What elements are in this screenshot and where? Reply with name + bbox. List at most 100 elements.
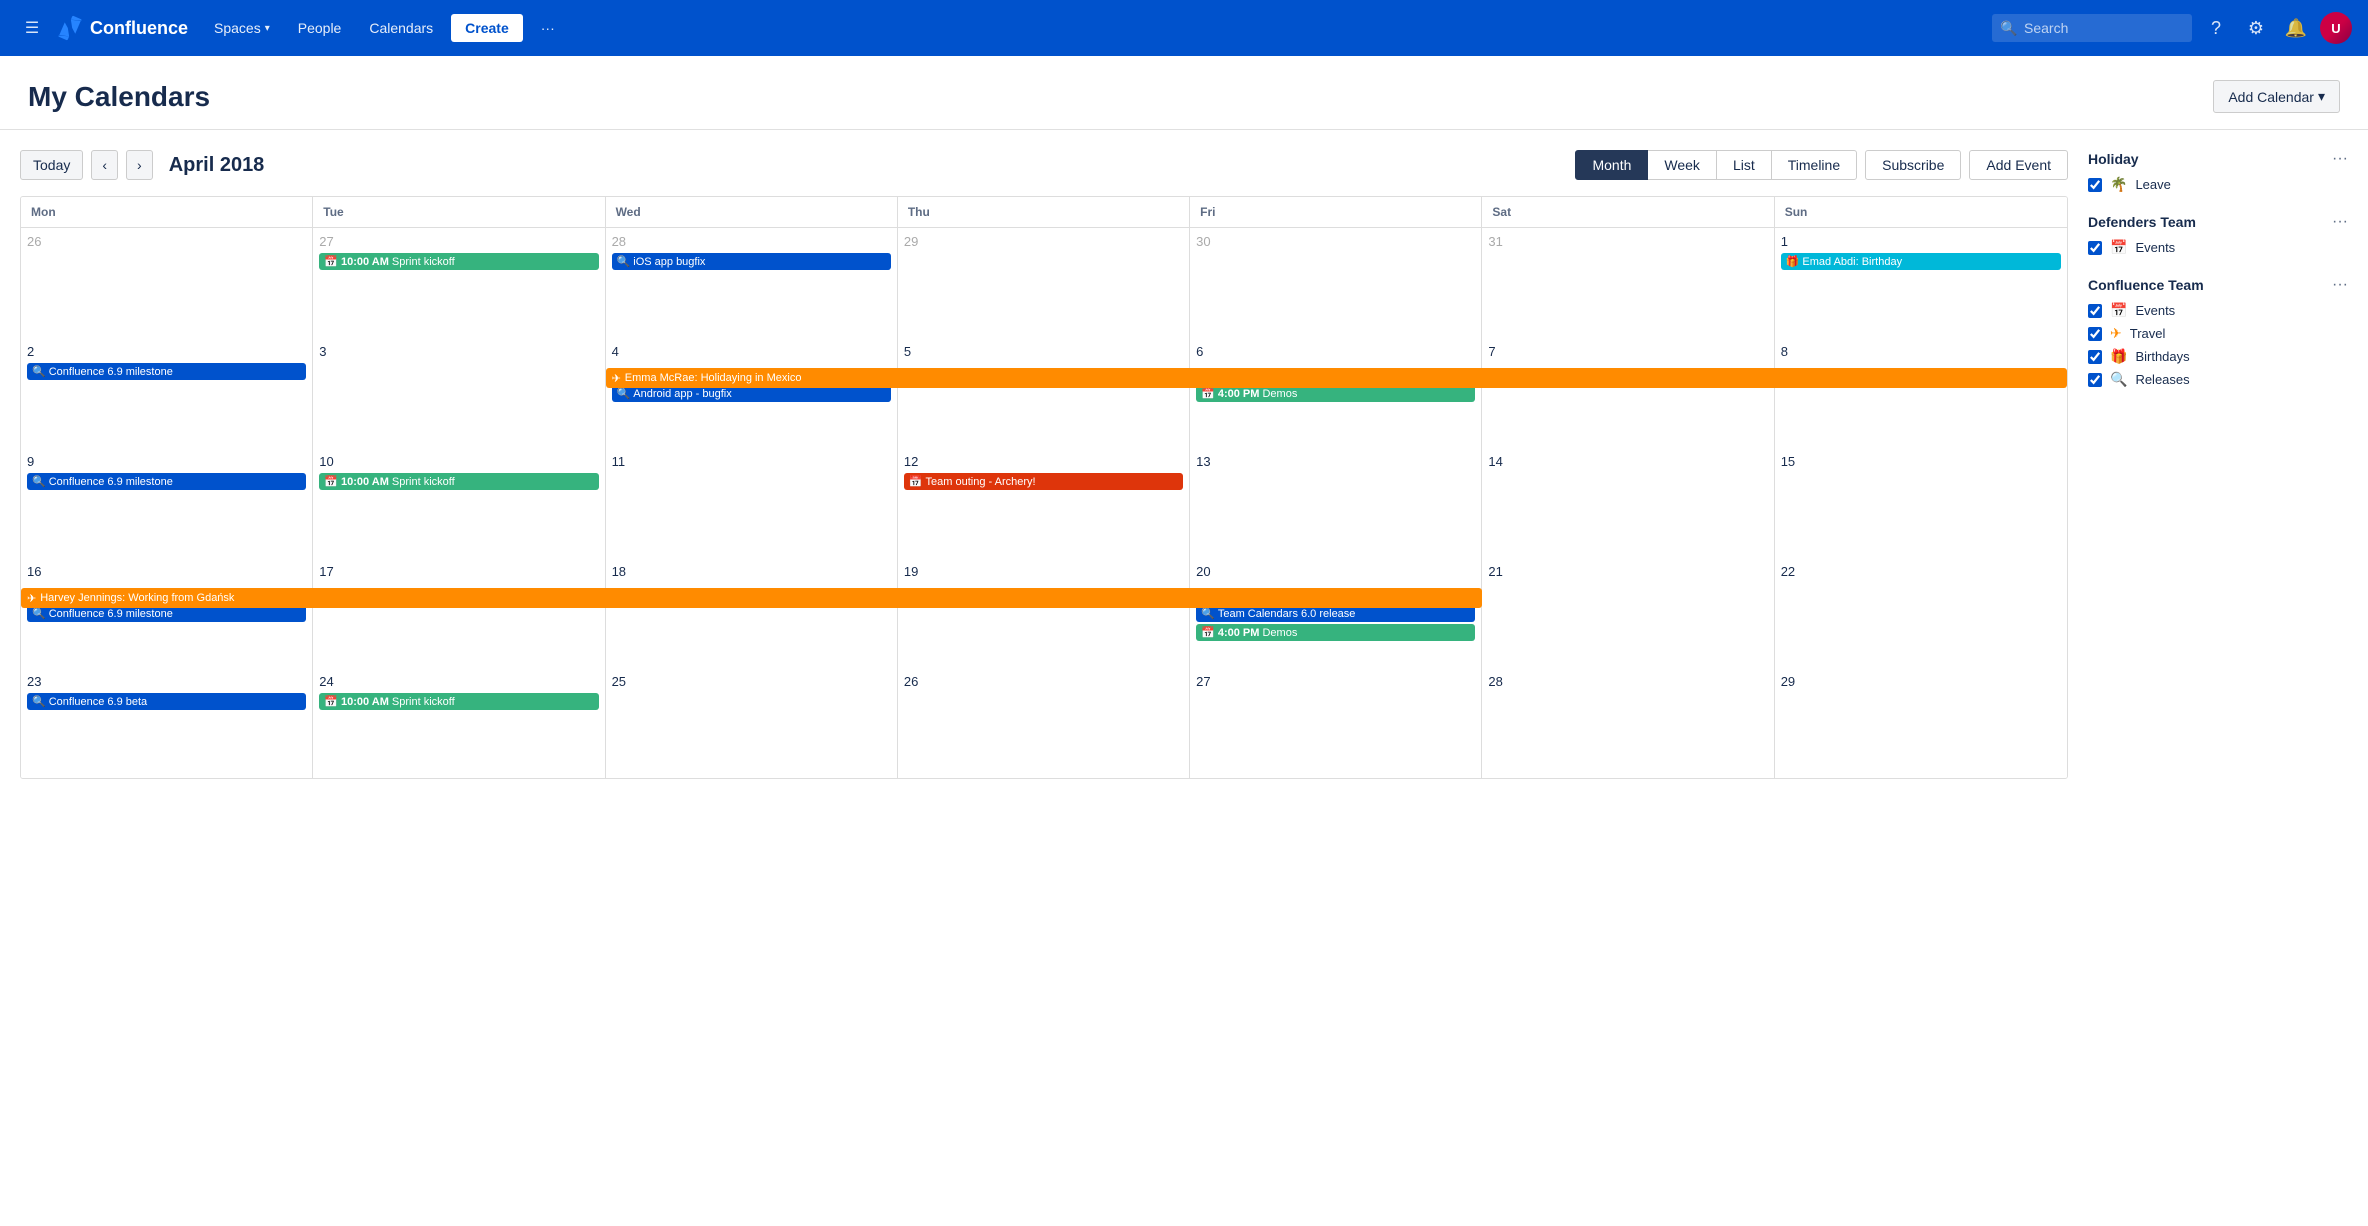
event-emma-mexico[interactable]: ✈Emma McRae: Holidaying in Mexico xyxy=(606,368,2067,388)
ct-events-checkbox[interactable] xyxy=(2088,304,2102,318)
header-tue: Tue xyxy=(313,197,605,227)
ct-releases-checkbox[interactable] xyxy=(2088,373,2102,387)
week-2: 2 🔍Confluence 6.9 milestone 3 4 xyxy=(21,338,2067,448)
event-conf-milestone-1[interactable]: 🔍Confluence 6.9 milestone xyxy=(27,363,306,380)
header-sun: Sun xyxy=(1775,197,2067,227)
confluence-team-menu-icon[interactable]: ··· xyxy=(2332,276,2348,294)
event-sprint-kickoff-3[interactable]: 📅10:00 AM Sprint kickoff xyxy=(319,693,598,710)
cell-22: 22 xyxy=(1775,558,2067,668)
confluence-team-title: Confluence Team xyxy=(2088,277,2204,293)
sidebar-item-ct-events: 📅 Events xyxy=(2088,302,2348,319)
leave-checkbox[interactable] xyxy=(2088,178,2102,192)
sidebar-item-leave: 🌴 Leave xyxy=(2088,176,2348,193)
ct-events-icon: 📅 xyxy=(2110,302,2127,319)
search-icon: 🔍 xyxy=(2000,20,2017,37)
cell-6: 6 📅4:00 PM Demos xyxy=(1190,338,1482,448)
event-ios-bugfix[interactable]: 🔍iOS app bugfix xyxy=(612,253,891,270)
event-sprint-kickoff-1[interactable]: 📅10:00 AM Sprint kickoff xyxy=(319,253,598,270)
holiday-title: Holiday xyxy=(2088,151,2139,167)
notifications-icon[interactable]: 🔔 xyxy=(2280,12,2312,44)
cell-17: 17 xyxy=(313,558,605,668)
cell-3: 3 xyxy=(313,338,605,448)
cell-18: 18 xyxy=(606,558,898,668)
calendar-body: 26 27 📅10:00 AM Sprint kickoff 28 � xyxy=(21,228,2067,778)
header-mon: Mon xyxy=(21,197,313,227)
prev-button[interactable]: ‹ xyxy=(91,150,118,180)
sidebar-section-confluence-team: Confluence Team ··· 📅 Events ✈ Travel 🎁 … xyxy=(2088,276,2348,388)
add-calendar-button[interactable]: Add Calendar ▾ xyxy=(2213,80,2340,113)
nav-calendars[interactable]: Calendars xyxy=(359,14,443,42)
sidebar-item-ct-birthdays: 🎁 Birthdays xyxy=(2088,348,2348,365)
ct-birthdays-checkbox[interactable] xyxy=(2088,350,2102,364)
tab-month[interactable]: Month xyxy=(1575,150,1648,180)
ct-birthdays-label: Birthdays xyxy=(2135,349,2189,364)
cell-27b: 27 xyxy=(1190,668,1482,778)
cell-29: 29 xyxy=(898,228,1190,338)
menu-icon[interactable]: ☰ xyxy=(16,12,48,44)
page-title: My Calendars xyxy=(28,81,210,113)
cell-26b: 26 xyxy=(898,668,1190,778)
cell-23: 23 🔍Confluence 6.9 beta xyxy=(21,668,313,778)
defenders-events-checkbox[interactable] xyxy=(2088,241,2102,255)
page-header: My Calendars Add Calendar ▾ xyxy=(0,56,2368,130)
event-team-outing[interactable]: 📅Team outing - Archery! xyxy=(904,473,1183,490)
event-demos-2[interactable]: 📅4:00 PM Demos xyxy=(1196,624,1475,641)
ct-releases-icon: 🔍 xyxy=(2110,371,2127,388)
add-event-button[interactable]: Add Event xyxy=(1969,150,2068,180)
week-3: 9 🔍Confluence 6.9 milestone 10 📅10:00 AM… xyxy=(21,448,2067,558)
sidebar-section-defenders: Defenders Team ··· 📅 Events xyxy=(2088,213,2348,256)
defenders-events-label: Events xyxy=(2135,240,2175,255)
ct-travel-checkbox[interactable] xyxy=(2088,327,2102,341)
cell-21: 21 xyxy=(1482,558,1774,668)
calendar-header: Mon Tue Wed Thu Fri Sat Sun xyxy=(21,197,2067,228)
tab-list[interactable]: List xyxy=(1716,150,1772,180)
sidebar-section-holiday: Holiday ··· 🌴 Leave xyxy=(2088,150,2348,193)
sidebar: Holiday ··· 🌴 Leave Defenders Team ··· 📅 xyxy=(2088,150,2348,779)
header-sat: Sat xyxy=(1482,197,1774,227)
cell-20: 20 🔍Team Calendars 6.0 release 📅4:00 PM … xyxy=(1190,558,1482,668)
settings-icon[interactable]: ⚙ xyxy=(2240,12,2272,44)
sidebar-item-defenders-events: 📅 Events xyxy=(2088,239,2348,256)
avatar[interactable]: U xyxy=(2320,12,2352,44)
tab-timeline[interactable]: Timeline xyxy=(1771,150,1857,180)
help-icon[interactable]: ? xyxy=(2200,12,2232,44)
cell-11: 11 xyxy=(606,448,898,558)
subscribe-button[interactable]: Subscribe xyxy=(1865,150,1961,180)
event-conf-milestone-2[interactable]: 🔍Confluence 6.9 milestone xyxy=(27,473,306,490)
header-fri: Fri xyxy=(1190,197,1482,227)
nav-spaces[interactable]: Spaces ▾ xyxy=(204,14,280,42)
holiday-menu-icon[interactable]: ··· xyxy=(2332,150,2348,168)
brand-logo[interactable]: Confluence xyxy=(56,14,188,42)
event-harvey-gdansk[interactable]: ✈Harvey Jennings: Working from Gdańsk xyxy=(21,588,1482,608)
tab-week[interactable]: Week xyxy=(1647,150,1717,180)
next-button[interactable]: › xyxy=(126,150,153,180)
cell-16: 16 🔍Confluence 6.9 milestone xyxy=(21,558,313,668)
cell-7: 7 xyxy=(1482,338,1774,448)
today-button[interactable]: Today xyxy=(20,150,83,180)
leave-label: Leave xyxy=(2135,177,2170,192)
week-1: 26 27 📅10:00 AM Sprint kickoff 28 � xyxy=(21,228,2067,338)
defenders-menu-icon[interactable]: ··· xyxy=(2332,213,2348,231)
defenders-title: Defenders Team xyxy=(2088,214,2196,230)
event-birthday-emad[interactable]: 🎁Emad Abdi: Birthday xyxy=(1781,253,2061,270)
view-tabs: Month Week List Timeline xyxy=(1576,150,1857,180)
cell-26: 26 xyxy=(21,228,313,338)
cell-15: 15 xyxy=(1775,448,2067,558)
search-input[interactable] xyxy=(1992,14,2192,42)
ct-travel-label: Travel xyxy=(2130,326,2166,341)
cell-13: 13 xyxy=(1190,448,1482,558)
calendar-grid: Mon Tue Wed Thu Fri Sat Sun 26 27 xyxy=(20,196,2068,779)
navbar: ☰ Confluence Spaces ▾ People Calendars C… xyxy=(0,0,2368,56)
nav-people[interactable]: People xyxy=(288,14,352,42)
cell-25: 25 xyxy=(606,668,898,778)
sidebar-item-ct-travel: ✈ Travel xyxy=(2088,325,2348,342)
create-button[interactable]: Create xyxy=(451,14,523,42)
header-wed: Wed xyxy=(606,197,898,227)
event-sprint-kickoff-2[interactable]: 📅10:00 AM Sprint kickoff xyxy=(319,473,598,490)
cell-12: 12 📅Team outing - Archery! xyxy=(898,448,1190,558)
more-button[interactable]: ··· xyxy=(531,14,565,42)
event-conf-beta[interactable]: 🔍Confluence 6.9 beta xyxy=(27,693,306,710)
ct-travel-icon: ✈ xyxy=(2110,325,2122,342)
cell-8: 8 xyxy=(1775,338,2067,448)
cell-28b: 28 xyxy=(1482,668,1774,778)
